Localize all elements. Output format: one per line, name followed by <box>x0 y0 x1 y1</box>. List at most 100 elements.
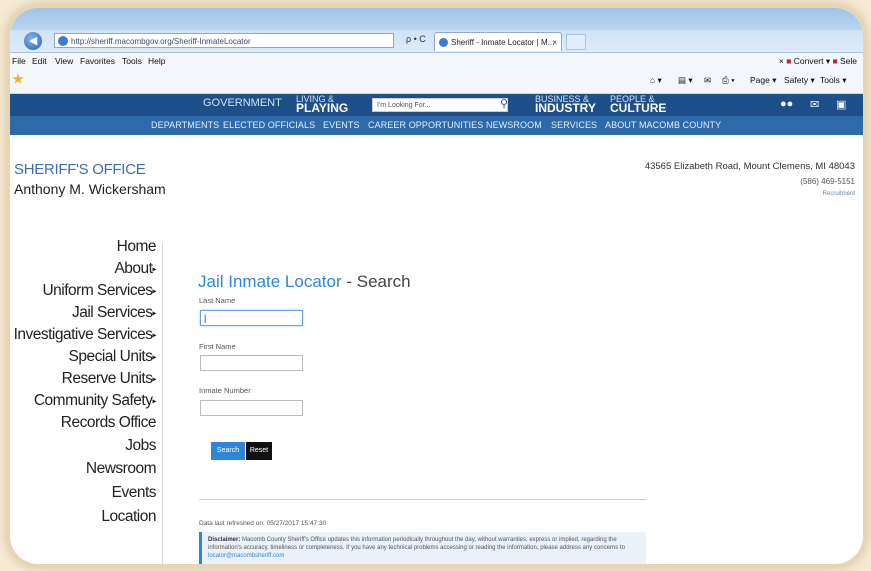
last-name-input[interactable]: | <box>200 310 303 326</box>
subnav-elected-officials[interactable]: ELECTED OFFICIALS <box>223 120 315 130</box>
chevron-right-icon: ▸ <box>152 308 156 318</box>
office-address: 43565 Elizabeth Road, Mount Clemens, MI … <box>644 161 855 172</box>
title-bar <box>10 8 863 30</box>
office-header: SHERIFF'S OFFICE Anthony M. Wickersham 4… <box>10 135 863 207</box>
sidebar-item-label: Uniform Services <box>42 282 153 299</box>
nav-business-big: INDUSTRY <box>535 101 596 115</box>
reset-button[interactable]: Reset <box>246 442 272 460</box>
sidebar-item-jail-services[interactable]: Jail Services▸ <box>72 304 156 322</box>
menu-view[interactable]: View <box>55 53 73 69</box>
url-text: http://sheriff.macombgov.org/Sheriff-Inm… <box>71 37 251 46</box>
sidebar-item-newsroom[interactable]: Newsroom <box>85 460 157 478</box>
briefcase-icon[interactable]: ▣ <box>836 98 846 111</box>
sidebar-item-label: Community Safety <box>33 392 153 409</box>
sidebar-item-uniform-services[interactable]: Uniform Services▸ <box>42 282 156 300</box>
new-tab-button[interactable] <box>566 34 586 50</box>
nav-business-industry[interactable]: BUSINESS & INDUSTRY <box>535 95 596 115</box>
address-bar[interactable]: http://sheriff.macombgov.org/Sheriff-Inm… <box>54 33 394 48</box>
nav-living-playing[interactable]: LIVING & PLAYING <box>296 95 348 115</box>
nav-people-culture[interactable]: PEOPLE & CULTURE <box>610 95 667 115</box>
subnav-career-opportunities[interactable]: CAREER OPPORTUNITIES <box>368 120 483 130</box>
first-name-input[interactable] <box>200 355 303 371</box>
sidebar-item-label: About <box>114 260 153 277</box>
sidebar-item-label: Events <box>111 484 157 501</box>
print-icon[interactable]: ⎙ ▾ <box>722 75 735 86</box>
ie-icon <box>58 36 68 46</box>
sidebar-item-label: Home <box>116 238 157 255</box>
safety-menu[interactable]: Safety ▾ <box>784 75 815 86</box>
chevron-right-icon: ▸ <box>152 264 156 274</box>
office-title[interactable]: SHERIFF'S OFFICE <box>14 161 146 178</box>
chevron-right-icon: ▸ <box>152 352 156 362</box>
sidebar-item-community-safety[interactable]: Community Safety▸ <box>33 392 157 410</box>
subnav-about-macomb-county[interactable]: ABOUT MACOMB COUNTY <box>605 120 721 130</box>
first-name-label: First Name <box>199 342 236 351</box>
sidebar-item-reserve-units[interactable]: Reserve Units▸ <box>61 370 157 388</box>
search-refresh-controls[interactable]: ρ • C <box>406 34 426 44</box>
pdf-select-icon: ■ <box>832 56 838 66</box>
page-menu[interactable]: Page ▾ <box>750 75 776 86</box>
tab-favicon-icon <box>439 38 448 47</box>
email-icon[interactable]: ✉ <box>810 98 819 111</box>
menu-edit[interactable]: Edit <box>32 53 47 69</box>
main-nav: GOVERNMENT LIVING & PLAYING I'm Looking … <box>10 94 863 116</box>
select-button[interactable]: Sele <box>840 56 857 66</box>
sidebar-item-special-units[interactable]: Special Units▸ <box>68 348 157 366</box>
pdf-convert-icon: ■ <box>786 56 792 66</box>
command-bar: ⌂ ▾ ▤ ▾ ✉ ⎙ ▾ Page ▾ Safety ▾ Tools ▾ <box>10 69 863 94</box>
disclaimer-box: Disclaimer: Macomb County Sheriff's Offi… <box>199 532 646 564</box>
back-button[interactable]: ◀ <box>24 32 42 50</box>
menu-tools[interactable]: Tools <box>122 53 142 69</box>
browser-window: ◀ http://sheriff.macombgov.org/Sheriff-I… <box>10 8 863 564</box>
site-navigation: GOVERNMENT LIVING & PLAYING I'm Looking … <box>10 94 863 135</box>
chevron-right-icon: ▸ <box>152 374 156 384</box>
tab-sheriff-inmate-locator[interactable]: Sheriff - Inmate Locator | M... × <box>434 32 562 51</box>
menu-help[interactable]: Help <box>148 53 165 69</box>
subnav-departments[interactable]: DEPARTMENTS <box>151 120 219 130</box>
menu-bar: File Edit View Favorites Tools Help × ■ … <box>10 53 863 69</box>
menu-file[interactable]: File <box>12 53 26 69</box>
sidebar-item-investigative-services[interactable]: Investigative Services▸ <box>13 326 157 344</box>
sidebar-item-label: Special Units <box>68 348 153 365</box>
subnav-services[interactable]: SERVICES <box>551 120 597 130</box>
sidebar-item-label: Investigative Services <box>13 326 153 343</box>
nav-government[interactable]: GOVERNMENT <box>203 98 282 109</box>
inmate-number-input[interactable] <box>200 400 303 416</box>
home-icon[interactable]: ⌂ ▾ <box>650 75 662 86</box>
search-icon[interactable]: ⚲ <box>500 97 508 110</box>
tab-close-icon[interactable]: × <box>552 33 557 51</box>
office-phone: (586) 469-5151 <box>800 177 855 186</box>
toolbar-close-icon[interactable]: × <box>779 56 784 66</box>
disclaimer-email-link[interactable]: locator@macombsheriff.com <box>208 553 284 559</box>
mail-icon[interactable]: ✉ <box>704 75 711 86</box>
page-title: Jail Inmate Locator - Search <box>198 272 411 292</box>
sidebar-item-label: Location <box>101 508 156 525</box>
sidebar-item-label: Jail Services <box>71 304 153 321</box>
subnav-events[interactable]: EVENTS <box>323 120 360 130</box>
disclaimer-text: Macomb County Sheriff's Office updates t… <box>208 537 625 551</box>
divider <box>199 499 646 500</box>
accessibility-icon[interactable]: ●● <box>780 98 793 110</box>
recruitment-link[interactable]: Recruitment <box>823 191 855 197</box>
last-name-label: Last Name <box>199 296 236 305</box>
subnav-newsroom[interactable]: NEWSROOM <box>486 120 542 130</box>
sidebar-item-location[interactable]: Location <box>101 508 156 526</box>
sidebar-item-records-office[interactable]: Records Office <box>61 414 157 432</box>
sidebar-item-label: Newsroom <box>85 460 157 477</box>
menu-favorites[interactable]: Favorites <box>80 53 115 69</box>
tools-menu[interactable]: Tools ▾ <box>820 75 846 86</box>
site-search-input[interactable]: I'm Looking For... <box>372 98 508 112</box>
convert-button[interactable]: Convert ▾ <box>794 56 830 66</box>
chevron-right-icon: ▸ <box>152 330 156 340</box>
feeds-icon[interactable]: ▤ ▾ <box>678 75 693 86</box>
data-refreshed-text: Data last refreshed on: 05/27/2017 15:47… <box>199 520 327 527</box>
sidebar-item-label: Jobs <box>125 437 156 454</box>
nav-people-big: CULTURE <box>610 101 667 115</box>
sidebar-item-events[interactable]: Events <box>111 484 157 502</box>
sidebar-item-about[interactable]: About▸ <box>114 260 156 278</box>
sidebar-item-home[interactable]: Home <box>116 238 157 256</box>
sidebar-item-jobs[interactable]: Jobs <box>125 437 156 455</box>
sidebar-item-label: Reserve Units <box>61 370 153 387</box>
favorites-star-icon[interactable] <box>12 73 24 84</box>
search-button[interactable]: Search <box>211 442 245 460</box>
